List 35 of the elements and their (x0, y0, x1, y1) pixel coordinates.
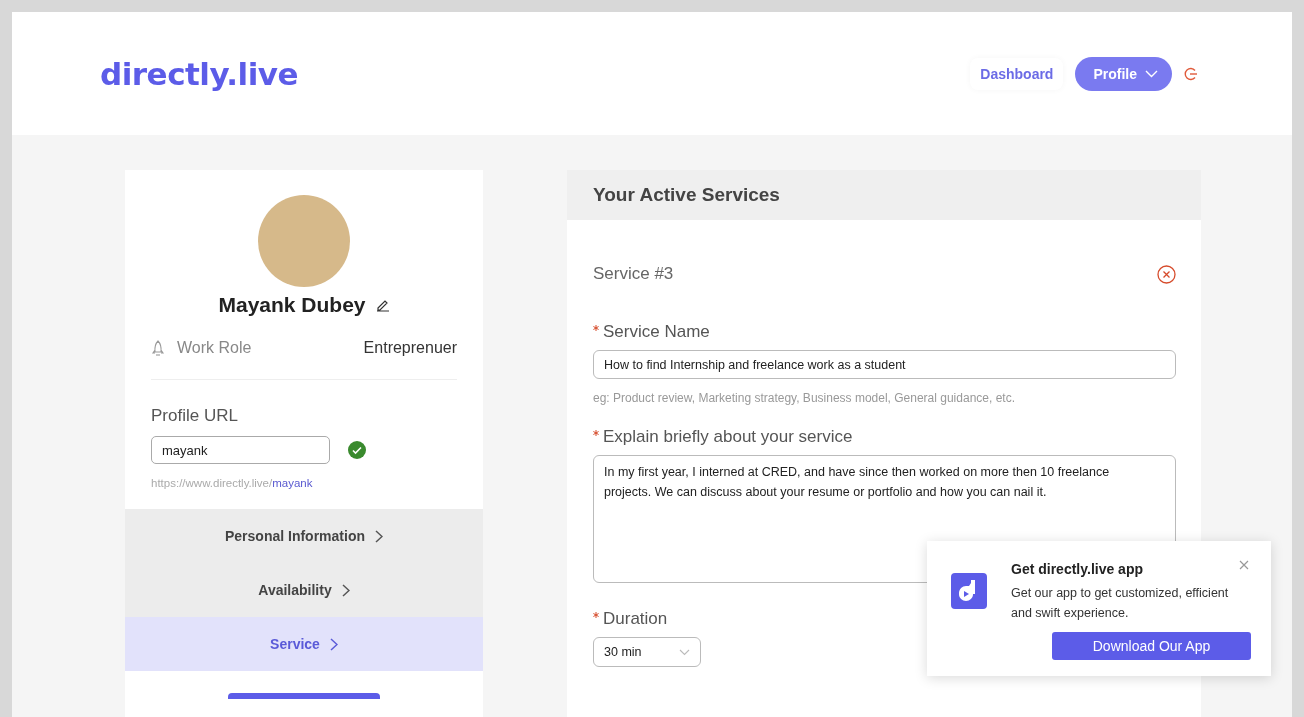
field-hint: eg: Product review, Marketing strategy, Business model, General guidance, etc. (593, 391, 1016, 405)
profile-url-preview: https://www.directly.live/mayank (151, 477, 314, 489)
logo[interactable]: directly.live (100, 55, 299, 92)
profile-menu-button[interactable]: Profile (1075, 56, 1172, 91)
close-icon[interactable] (1157, 264, 1176, 284)
pencil-icon[interactable] (375, 298, 390, 312)
dashboard-link[interactable]: Dashboard (970, 57, 1064, 90)
logout-icon[interactable] (1184, 66, 1198, 81)
profile-url-label: Profile URL (151, 406, 239, 426)
rocket-icon (151, 339, 165, 357)
profile-url-field[interactable]: mayank (151, 436, 330, 464)
section-tab[interactable]: Availability (125, 563, 483, 617)
chevron-right-icon (375, 529, 383, 543)
field-label: Explain briefly about your service (603, 427, 853, 447)
profile-url-slug-link[interactable]: mayank (272, 477, 313, 489)
section-tab[interactable]: Service (125, 617, 483, 671)
service-name-field[interactable]: How to find Internship and freelance work as a student (593, 350, 1176, 379)
work-role-label: Work Role (177, 339, 253, 357)
chevron-down-icon (679, 648, 690, 656)
chevron-right-icon (341, 583, 350, 597)
popup-title: Get directly.live app (1011, 561, 1143, 577)
field-label: Service Name (603, 322, 710, 342)
download-app-button[interactable]: Download Our App (1052, 632, 1251, 660)
work-role-value: Entreprenuer (363, 339, 457, 357)
panel-title: Your Active Services (593, 184, 780, 206)
user-name: Mayank Dubey (218, 293, 366, 317)
chevron-right-icon (329, 637, 338, 651)
duration-select[interactable]: 30 min (593, 637, 701, 667)
field-label: Duration (603, 609, 668, 629)
chevron-down-icon (1145, 69, 1158, 78)
close-icon[interactable] (1239, 560, 1249, 570)
section-tab[interactable]: Personal Information (125, 509, 483, 563)
app-logo-icon (951, 573, 987, 609)
service-title: Service #3 (593, 264, 674, 284)
popup-text: Get our app to get customized, efficient and swift experience. (1011, 585, 1230, 622)
